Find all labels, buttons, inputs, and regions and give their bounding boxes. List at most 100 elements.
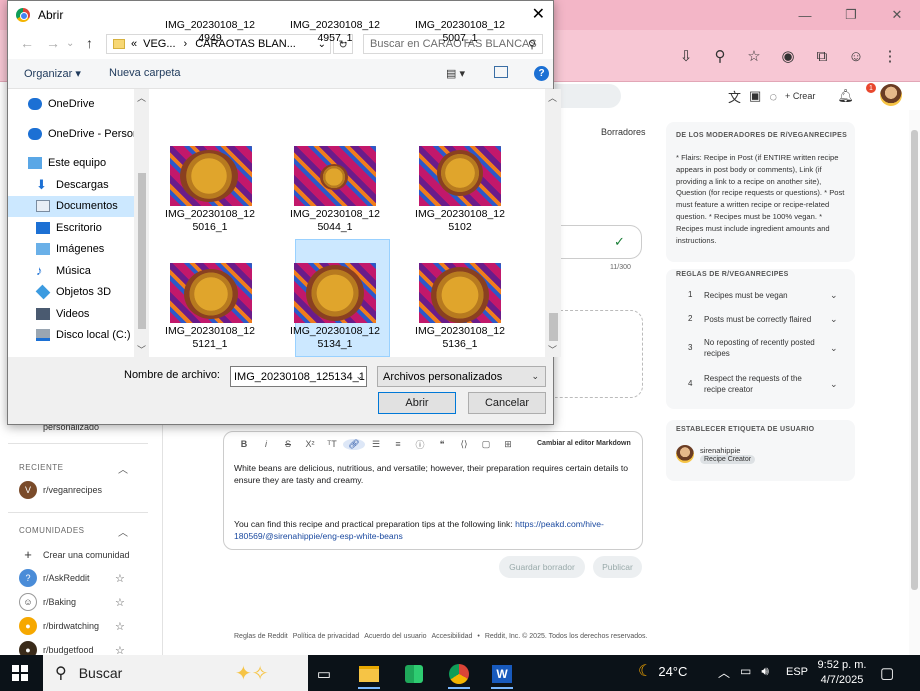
favorite-star-icon[interactable]: ☆ <box>115 620 125 633</box>
footer-link-rules[interactable]: Reglas de Reddit <box>234 633 288 640</box>
preview-pane-icon[interactable] <box>494 66 508 78</box>
favorite-star-icon[interactable]: ☆ <box>115 572 125 585</box>
nav-item-onedrive-personal[interactable]: OneDrive - Person <box>28 128 139 140</box>
sidebar-item-birdwatching[interactable]: ● r/birdwatching <box>19 617 99 635</box>
footer-link-privacy[interactable]: Política de privacidad <box>293 633 360 640</box>
language-indicator[interactable]: ESP <box>786 666 808 678</box>
scroll-up-icon[interactable]: ︿ <box>137 91 146 104</box>
scroll-down-icon[interactable]: ﹀ <box>548 343 557 356</box>
file-item[interactable]: IMG_20230108_12 5044_1 <box>288 138 382 255</box>
organize-button[interactable]: Organizar ▾ <box>24 67 81 80</box>
title-field[interactable] <box>555 225 642 259</box>
create-community-button[interactable]: + Crear una comunidad <box>19 547 129 562</box>
nav-item-pictures[interactable]: Imágenes <box>36 243 104 255</box>
volume-icon[interactable]: 🔊︎ <box>761 664 769 681</box>
files-scrollbar-thumb[interactable] <box>549 313 558 341</box>
favorite-star-icon[interactable]: ☆ <box>115 596 125 609</box>
open-button[interactable]: Abrir <box>378 392 456 414</box>
nav-item-videos[interactable]: Videos <box>36 308 89 320</box>
file-item[interactable]: IMG_20230108_12 5102 <box>413 138 507 255</box>
file-item[interactable]: IMG_20230108_12 4957_1 <box>288 19 382 49</box>
taskbar-search[interactable]: ⚲ Buscar ✦✧ <box>43 655 308 691</box>
italic-icon[interactable]: i <box>255 439 277 449</box>
superscript-icon[interactable]: X² <box>299 439 321 449</box>
close-icon[interactable]: ✕ <box>532 4 545 24</box>
publish-button[interactable]: Publicar <box>593 556 642 578</box>
rule-item[interactable]: 3 No reposting of recently posted recipes… <box>688 337 838 359</box>
network-icon[interactable]: ▭ <box>740 664 751 681</box>
bell-icon[interactable]: 🔔︎ <box>837 88 854 104</box>
heading-icon[interactable]: ᵀT <box>321 439 343 449</box>
rule-item[interactable]: 4 Respect the requests of the recipe crea… <box>688 373 838 395</box>
avatar[interactable] <box>880 84 902 106</box>
chrome-taskbar-icon[interactable] <box>440 659 478 689</box>
nav-item-onedrive[interactable]: OneDrive <box>28 98 94 110</box>
markdown-switch-button[interactable]: Cambiar al editor Markdown <box>537 440 631 447</box>
extension-app-icon[interactable]: ◉ <box>774 42 802 70</box>
code-icon[interactable]: ⟨⟩ <box>453 439 475 450</box>
forward-arrow-icon[interactable]: → <box>46 35 60 51</box>
chat-icon[interactable]: ◌ <box>769 89 777 104</box>
save-draft-button[interactable]: Guardar borrador <box>499 556 585 578</box>
chevron-up-icon[interactable]: ︿ <box>718 664 730 681</box>
numbered-list-icon[interactable]: ≡ <box>387 439 409 449</box>
page-scrollbar-thumb[interactable] <box>911 130 918 590</box>
app-green-icon[interactable] <box>395 659 433 689</box>
nav-item-this-pc[interactable]: Este equipo <box>28 157 106 169</box>
code-block-icon[interactable]: ▢ <box>475 439 497 450</box>
weather-widget[interactable]: ☾ 24°C <box>638 661 687 681</box>
maximize-icon[interactable]: ❐ <box>828 0 874 30</box>
chevron-down-icon[interactable]: ⌄ <box>355 371 363 382</box>
file-item[interactable]: IMG_20230108_12 4949 <box>163 19 257 49</box>
file-item[interactable]: IMG_20230108_12 5007_1 <box>413 19 507 49</box>
file-item-selected[interactable]: IMG_20230108_12 5134_1 <box>288 255 382 372</box>
spoiler-icon[interactable]: ⓘ <box>409 438 431 451</box>
bullet-list-icon[interactable]: ☰ <box>365 439 387 450</box>
help-icon[interactable]: ? <box>534 66 549 81</box>
file-item[interactable]: IMG_20230108_12 5121_1 <box>163 255 257 372</box>
view-options-icon[interactable]: ▤ ▾ <box>446 67 465 80</box>
sidebar-item-baking[interactable]: ☺ r/Baking <box>19 593 76 611</box>
nav-scrollbar-thumb[interactable] <box>138 173 146 329</box>
chevron-down-icon[interactable]: ⌄ <box>66 38 74 49</box>
up-arrow-icon[interactable]: ↑ <box>86 35 93 51</box>
task-view-icon[interactable]: ▭ <box>305 659 343 689</box>
ads-icon[interactable]: ▣ <box>749 88 761 104</box>
nav-item-desktop[interactable]: Escritorio <box>36 222 102 234</box>
nav-item-local-disk[interactable]: Disco local (C:) <box>36 329 131 341</box>
close-window-icon[interactable]: ✕ <box>874 0 920 30</box>
file-item[interactable]: IMG_20230108_12 5016_1 <box>163 138 257 255</box>
nav-item-music[interactable]: ♪ Música <box>36 264 91 277</box>
notification-center-icon[interactable]: ▢ <box>880 664 894 682</box>
file-item[interactable]: IMG_20230108_12 5136_1 <box>413 255 507 372</box>
bold-icon[interactable]: B <box>233 439 255 449</box>
profile-icon[interactable]: ☺ <box>842 42 870 70</box>
link-icon[interactable]: 🔗︎ <box>343 438 365 450</box>
rule-item[interactable]: 1 Recipes must be vegan ⌄ <box>688 290 838 301</box>
sidebar-item-askreddit[interactable]: ? r/AskReddit <box>19 569 90 587</box>
nav-item-downloads[interactable]: ⬇ Descargas <box>36 178 109 191</box>
footer-link-accessibility[interactable]: Accesibilidad <box>432 633 473 640</box>
back-arrow-icon[interactable]: ← <box>20 35 34 51</box>
file-explorer-icon[interactable] <box>350 659 388 689</box>
cancel-button[interactable]: Cancelar <box>468 392 546 414</box>
filename-input[interactable]: IMG_20230108_125134_1 ⌄ <box>230 366 367 387</box>
clock[interactable]: 9:52 p. m. 4/7/2025 <box>814 658 870 688</box>
chrome-menu-icon[interactable]: ⋮ <box>876 42 904 70</box>
new-folder-button[interactable]: Nueva carpeta <box>109 67 181 79</box>
minimize-icon[interactable]: — <box>782 0 828 30</box>
quote-icon[interactable]: ❝ <box>431 439 453 450</box>
nav-item-documents[interactable]: Documentos <box>36 200 118 212</box>
install-icon[interactable]: ⇩ <box>672 42 700 70</box>
nav-item-3d-objects[interactable]: Objetos 3D <box>35 284 111 300</box>
media-drop-zone[interactable] <box>555 310 643 398</box>
strikethrough-icon[interactable]: S <box>277 439 299 449</box>
scroll-down-icon[interactable]: ﹀ <box>137 343 146 356</box>
extensions-puzzle-icon[interactable]: ⧉ <box>808 42 836 70</box>
rule-item[interactable]: 2 Posts must be correctly flaired ⌄ <box>688 314 838 325</box>
drafts-link[interactable]: Borradores <box>601 127 646 137</box>
breadcrumb-overflow[interactable]: « <box>131 38 137 50</box>
windows-start-icon[interactable] <box>12 665 28 681</box>
sidebar-item-veganrecipes[interactable]: V r/veganrecipes <box>19 481 102 499</box>
flair-badge[interactable]: Recipe Creator <box>700 455 756 464</box>
